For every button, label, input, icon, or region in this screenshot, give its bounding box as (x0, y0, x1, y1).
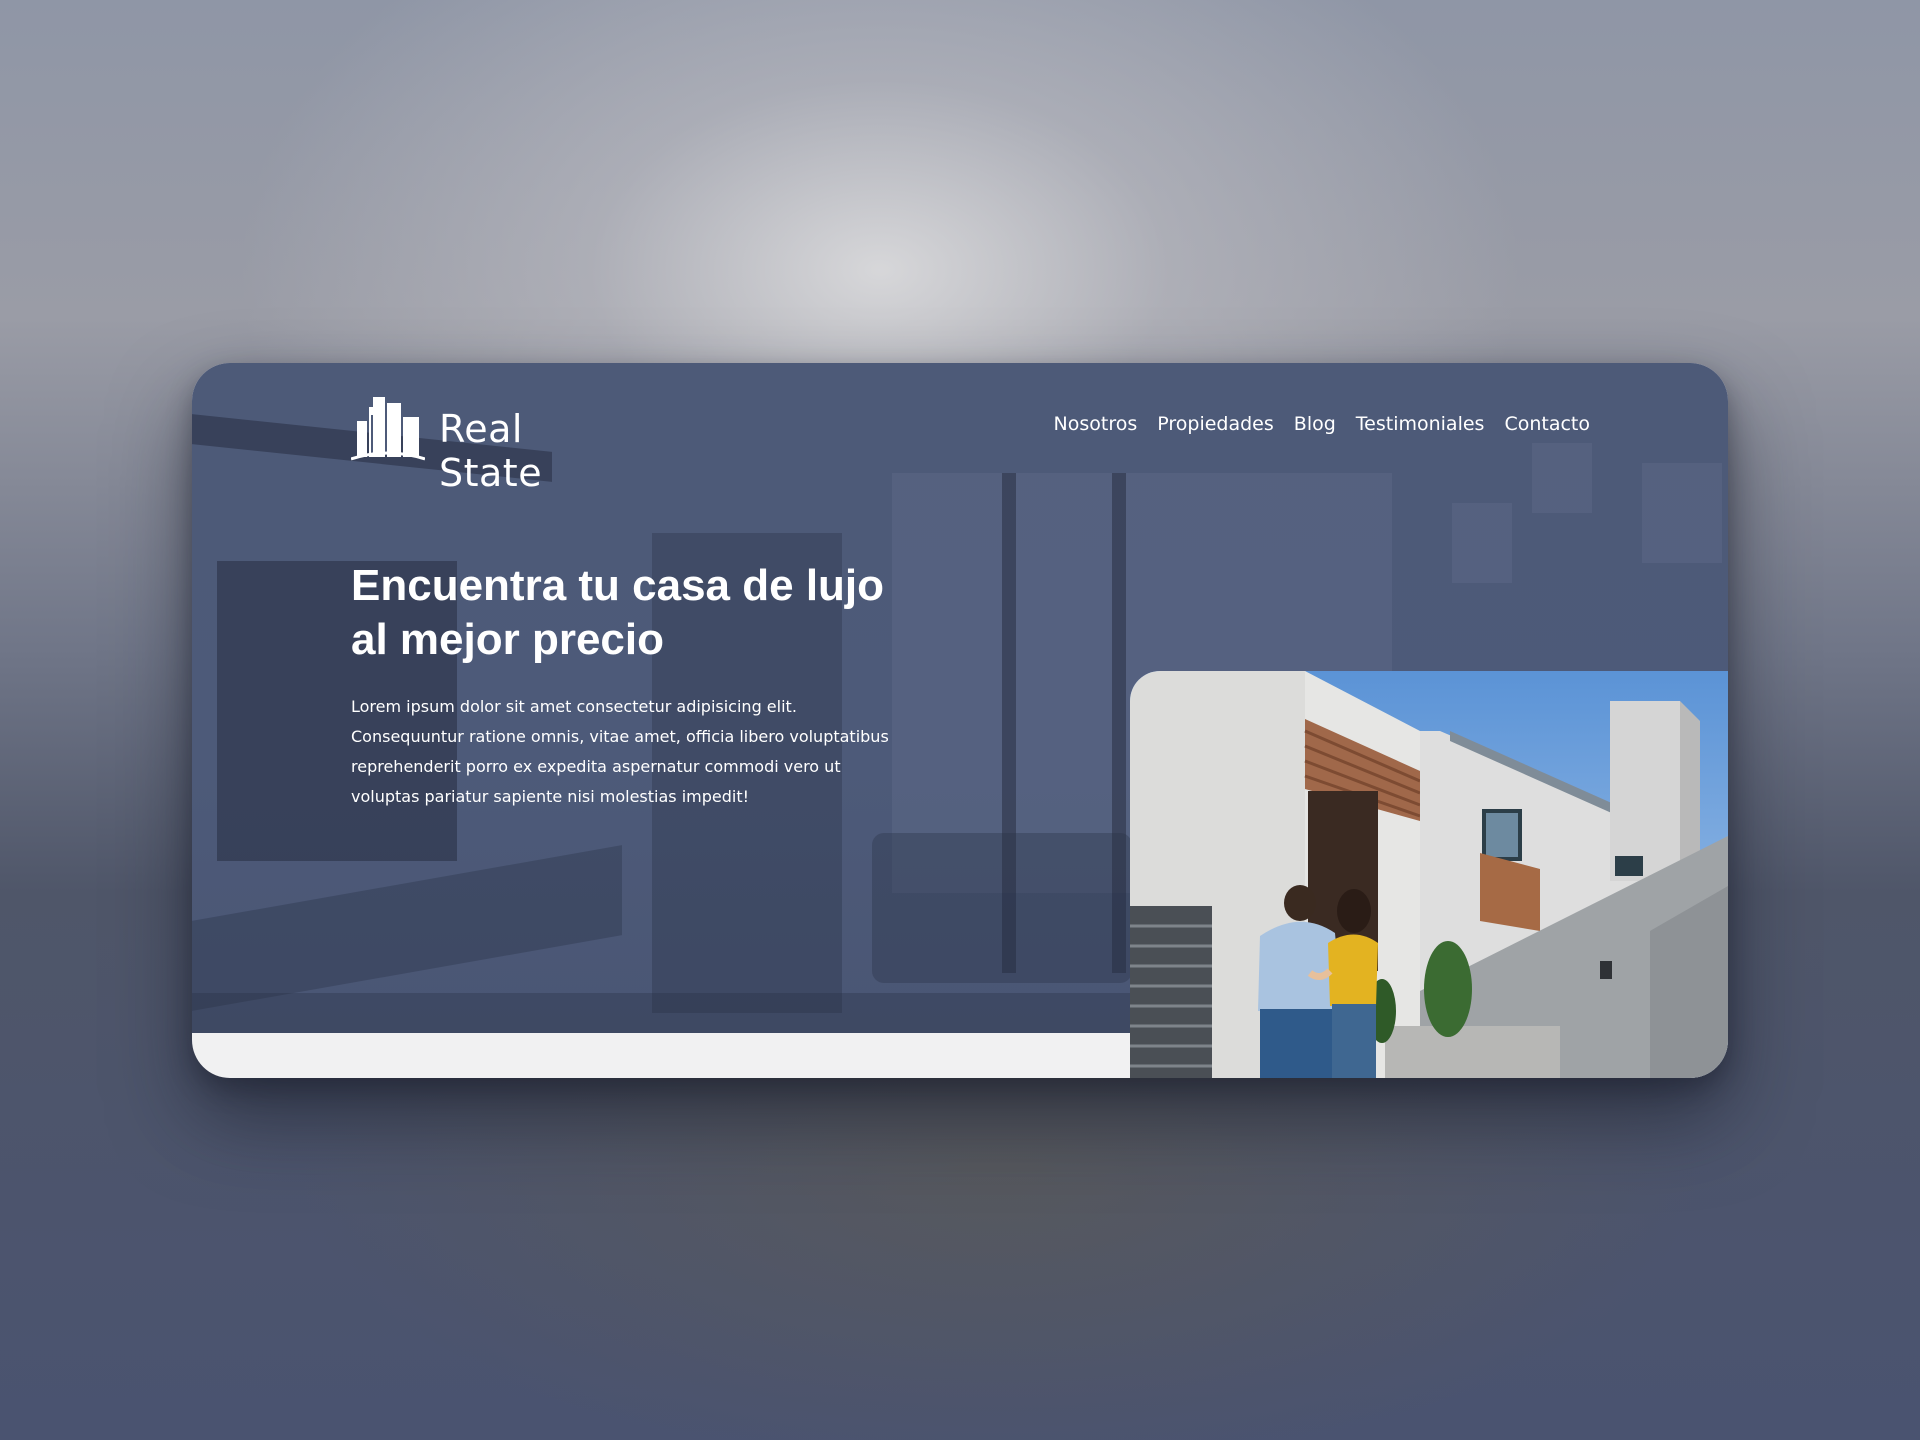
buildings-icon (351, 397, 425, 461)
background-cabinet (192, 845, 622, 1011)
brand-name: Real State (439, 407, 543, 495)
nav-link-blog[interactable]: Blog (1294, 413, 1336, 435)
nav-link-nosotros[interactable]: Nosotros (1054, 413, 1138, 435)
nav-link-propiedades[interactable]: Propiedades (1157, 413, 1274, 435)
nav-link-testimoniales[interactable]: Testimoniales (1356, 413, 1485, 435)
house-illustration (1130, 671, 1728, 1078)
top-navigation: Real State Nosotros Propiedades Blog Tes… (192, 363, 1728, 495)
background-armchair (872, 833, 1132, 983)
hero-description: Lorem ipsum dolor sit amet consectetur a… (351, 697, 889, 806)
couple-house-photo (1130, 671, 1728, 1078)
brand-logo[interactable]: Real State (351, 393, 631, 495)
nav-link-contacto[interactable]: Contacto (1504, 413, 1590, 435)
background-frame (1452, 503, 1512, 583)
background-floor (192, 993, 1132, 1033)
website-mockup-card: Real State Nosotros Propiedades Blog Tes… (192, 363, 1728, 1078)
hero-title: Encuentra tu casa de lujo al mejor preci… (351, 561, 885, 664)
nav-menu: Nosotros Propiedades Blog Testimoniales … (1054, 413, 1590, 435)
